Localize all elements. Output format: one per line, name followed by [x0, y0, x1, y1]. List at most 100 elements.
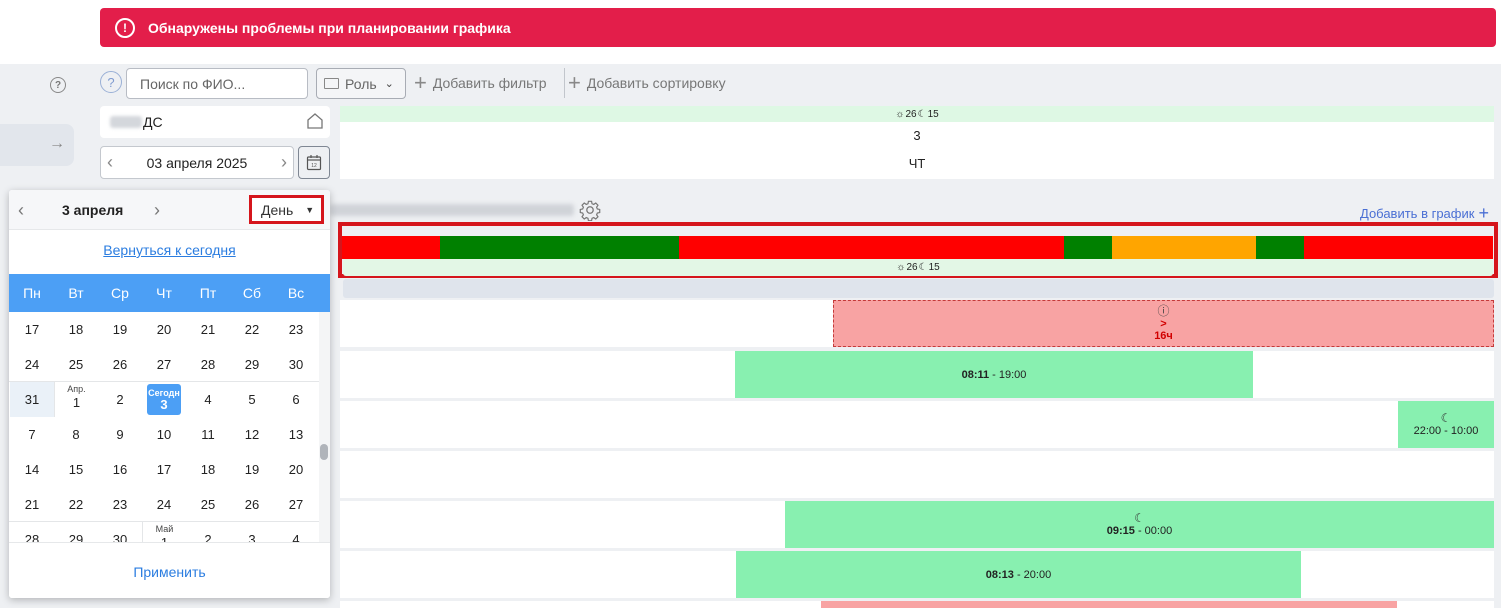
- shift-block-night[interactable]: ☾ 22:00 - 10:00: [1398, 401, 1494, 448]
- day-number: 27: [288, 497, 304, 512]
- calendar-day[interactable]: 11: [186, 417, 230, 452]
- back-to-today-link[interactable]: Вернуться к сегодня: [9, 242, 330, 258]
- calendar-day[interactable]: 23: [274, 312, 318, 347]
- day-number: 3: [160, 396, 168, 412]
- calendar-scrollbar[interactable]: [319, 312, 330, 542]
- calendar-day[interactable]: 19: [230, 452, 274, 487]
- shift-start: 08:11: [961, 368, 990, 381]
- calendar-day[interactable]: 28: [10, 522, 54, 542]
- calendar-day[interactable]: 4: [274, 522, 318, 542]
- calendar-day[interactable]: 20: [142, 312, 186, 347]
- calendar-day[interactable]: 19: [98, 312, 142, 347]
- shift-block[interactable]: 08:11 - 19:00: [735, 351, 1253, 398]
- calendar-day-selected[interactable]: Сегодн 3: [142, 382, 186, 417]
- calendar-day[interactable]: Апр. 1: [54, 382, 98, 417]
- search-input[interactable]: [126, 68, 308, 99]
- calendar-day[interactable]: 28: [186, 347, 230, 382]
- calendar-day[interactable]: 18: [186, 452, 230, 487]
- calendar-button[interactable]: 12: [298, 146, 330, 179]
- calendar-day[interactable]: 12: [230, 417, 274, 452]
- calendar-day[interactable]: 21: [10, 487, 54, 522]
- shift-duration: 16ч: [1154, 330, 1173, 342]
- add-to-schedule-button[interactable]: Добавить в график +: [1360, 204, 1489, 222]
- chevron-right-icon[interactable]: ›: [281, 152, 287, 173]
- calendar-day[interactable]: 7: [10, 417, 54, 452]
- calendar-day[interactable]: 8: [54, 417, 98, 452]
- shift-block-problem[interactable]: [821, 601, 1397, 608]
- day-number: 29: [244, 357, 260, 372]
- arrow-right-icon[interactable]: →: [49, 135, 65, 153]
- day-number: 28: [24, 532, 40, 542]
- calendar-day[interactable]: 17: [142, 452, 186, 487]
- calendar-day[interactable]: 4: [186, 382, 230, 417]
- day-number: 3: [248, 532, 256, 542]
- calendar-day[interactable]: 5: [230, 382, 274, 417]
- current-date[interactable]: 03 апреля 2025: [147, 155, 248, 171]
- shift-block-problem[interactable]: ⓘ > 16ч: [833, 300, 1494, 347]
- calendar-day[interactable]: 26: [98, 347, 142, 382]
- calendar-day[interactable]: 6: [274, 382, 318, 417]
- shift-block[interactable]: 08:13 - 20:00: [736, 551, 1301, 598]
- shift-end: - 20:00: [1013, 568, 1052, 581]
- calendar-day[interactable]: 22: [230, 312, 274, 347]
- alert-icon: ⓘ: [1157, 304, 1170, 318]
- calendar-day[interactable]: 23: [98, 487, 142, 522]
- coverage-weather-strip: ☼ 26 ☾ 15: [343, 259, 1493, 276]
- chevron-down-icon: ⌄: [384, 78, 394, 90]
- calendar-day[interactable]: 20: [274, 452, 318, 487]
- sun-icon: ☼: [895, 108, 905, 120]
- apply-button[interactable]: Применить: [9, 564, 330, 580]
- role-filter-select[interactable]: Роль ⌄: [316, 68, 406, 99]
- day-number: 12: [244, 427, 260, 442]
- calendar-day[interactable]: 25: [186, 487, 230, 522]
- calendar-day[interactable]: 31: [10, 382, 54, 417]
- calendar-day[interactable]: 22: [54, 487, 98, 522]
- chevron-left-icon[interactable]: ‹: [107, 152, 113, 173]
- view-mode-select[interactable]: День ▼: [249, 195, 324, 224]
- day-number: 5: [248, 392, 256, 407]
- calendar-day[interactable]: 25: [54, 347, 98, 382]
- day-number: 7: [28, 427, 36, 442]
- calendar-day[interactable]: 2: [98, 382, 142, 417]
- calendar-day[interactable]: 26: [230, 487, 274, 522]
- chevron-left-icon[interactable]: ‹: [18, 200, 24, 221]
- calendar-day[interactable]: 30: [274, 347, 318, 382]
- help-icon[interactable]: ?: [50, 77, 66, 93]
- group-name-redacted: [330, 204, 574, 216]
- calendar-day[interactable]: 14: [10, 452, 54, 487]
- calendar-day[interactable]: 29: [54, 522, 98, 542]
- calendar-day[interactable]: Май1: [142, 522, 186, 542]
- calendar-day[interactable]: 10: [142, 417, 186, 452]
- calendar-week: 21 22 23 24 25 26 27: [9, 487, 319, 522]
- coverage-segment: [1304, 236, 1493, 259]
- home-icon[interactable]: [306, 112, 324, 134]
- svg-text:12: 12: [311, 163, 317, 169]
- add-filter-button[interactable]: + Добавить фильтр: [414, 72, 547, 94]
- add-sort-button[interactable]: + Добавить сортировку: [568, 72, 726, 94]
- calendar-day[interactable]: 27: [274, 487, 318, 522]
- day-number: 20: [288, 462, 304, 477]
- id-card-icon: [324, 78, 339, 89]
- chevron-right-icon[interactable]: ›: [154, 200, 160, 221]
- shift-block-night[interactable]: ☾ 09:15 - 00:00: [785, 501, 1494, 548]
- calendar-day[interactable]: 2: [186, 522, 230, 542]
- coverage-segment: [679, 236, 1064, 259]
- org-name-redacted: [110, 116, 142, 128]
- calendar-scroll-thumb[interactable]: [320, 444, 328, 460]
- shift-start: 08:13: [985, 568, 1014, 581]
- calendar-day[interactable]: 24: [10, 347, 54, 382]
- calendar-day[interactable]: 17: [10, 312, 54, 347]
- calendar-day[interactable]: 16: [98, 452, 142, 487]
- day-number: 11: [201, 427, 215, 442]
- calendar-day[interactable]: 15: [54, 452, 98, 487]
- calendar-day[interactable]: 29: [230, 347, 274, 382]
- filter-help-icon[interactable]: ?: [100, 71, 122, 93]
- calendar-day[interactable]: 21: [186, 312, 230, 347]
- calendar-day[interactable]: 13: [274, 417, 318, 452]
- calendar-day[interactable]: 9: [98, 417, 142, 452]
- calendar-day[interactable]: 30: [98, 522, 142, 542]
- calendar-day[interactable]: 24: [142, 487, 186, 522]
- calendar-day[interactable]: 18: [54, 312, 98, 347]
- calendar-day[interactable]: 27: [142, 347, 186, 382]
- calendar-day[interactable]: 3: [230, 522, 274, 542]
